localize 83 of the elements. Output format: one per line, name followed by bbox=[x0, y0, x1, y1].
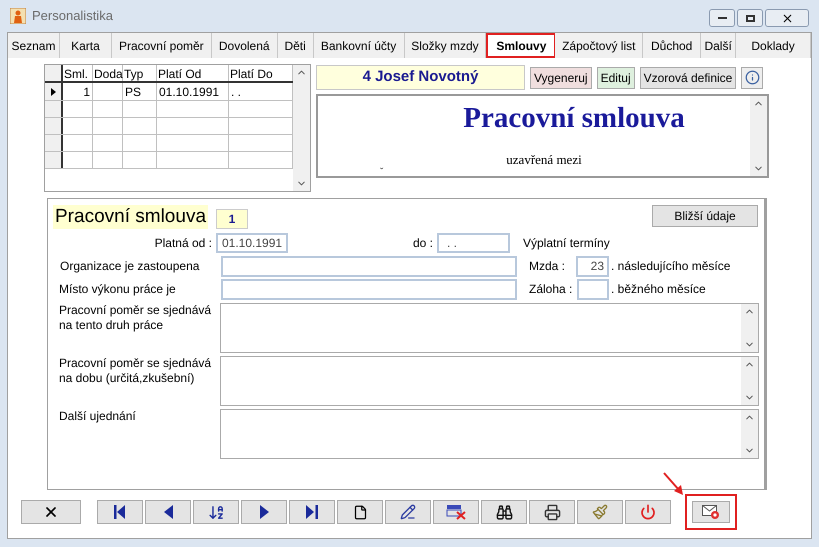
contract-title: Pracovní smlouva bbox=[53, 205, 208, 229]
prev-button[interactable] bbox=[145, 500, 191, 524]
action-button[interactable]: Vygeneruj bbox=[530, 66, 592, 88]
power-icon bbox=[640, 504, 656, 520]
last-button[interactable] bbox=[289, 500, 335, 524]
field-label: Platná od : bbox=[154, 235, 213, 252]
edit-icon bbox=[400, 504, 416, 520]
memo-field[interactable] bbox=[220, 409, 759, 459]
brush-icon bbox=[592, 504, 608, 520]
input-field[interactable] bbox=[221, 278, 517, 300]
action-button[interactable]: Edituj bbox=[596, 66, 635, 88]
tab[interactable]: Smlouvy bbox=[486, 33, 556, 58]
field-label: Záloha : bbox=[529, 281, 574, 298]
field-label: Organizace je zastoupena bbox=[59, 258, 200, 275]
scrollbar[interactable] bbox=[750, 96, 767, 176]
document-heading: Pracovní smlouva bbox=[463, 101, 685, 136]
memo-field[interactable] bbox=[220, 303, 759, 353]
table-cell-text: . . bbox=[231, 84, 242, 100]
close-icon bbox=[43, 504, 59, 520]
table-cell-text: 1 bbox=[83, 84, 90, 100]
maximize-button[interactable] bbox=[737, 9, 763, 27]
column-header: Sml. bbox=[63, 65, 93, 81]
scrollbar[interactable] bbox=[741, 357, 758, 405]
print-button[interactable] bbox=[529, 500, 575, 524]
field-label: do : bbox=[412, 235, 434, 252]
column-header: Doda bbox=[93, 65, 123, 81]
memo-field[interactable] bbox=[220, 356, 759, 406]
day-field[interactable]: 23 bbox=[576, 256, 609, 276]
new-document-icon bbox=[352, 504, 368, 520]
column-header: Typ bbox=[123, 65, 157, 81]
binoculars-icon bbox=[496, 504, 512, 520]
section-label: Výplatní termíny bbox=[523, 235, 610, 252]
scrollbar[interactable] bbox=[741, 304, 758, 352]
field-label: Další ujednání bbox=[58, 409, 137, 425]
table-cell-text: 01.10.1991 bbox=[159, 84, 220, 100]
first-record-icon bbox=[114, 505, 126, 519]
first-button[interactable] bbox=[97, 500, 143, 524]
close-button[interactable] bbox=[21, 500, 81, 524]
minimize-button[interactable] bbox=[709, 9, 735, 27]
next-icon bbox=[260, 505, 268, 519]
scrollbar[interactable] bbox=[741, 410, 758, 458]
action-button[interactable]: Vzorová definice bbox=[640, 66, 736, 88]
previous-icon bbox=[164, 505, 172, 519]
employee-name: 4 Josef Novotný bbox=[316, 65, 525, 90]
field-label: Pracovní poměr se sjednává na dobu (určitá,zkušební) bbox=[58, 356, 212, 387]
scrollbar[interactable] bbox=[293, 65, 310, 191]
row-pointer-icon bbox=[50, 88, 56, 96]
field-label: Pracovní poměr se sjednává na tento druh práce bbox=[58, 303, 212, 334]
field-label: Místo výkonu práce je bbox=[58, 281, 177, 298]
contract-number: 1 bbox=[216, 209, 248, 229]
annotation-arrow bbox=[663, 472, 685, 496]
details-button[interactable]: Bližší údaje bbox=[652, 205, 758, 227]
cursor-mark: ˇ bbox=[380, 166, 384, 180]
field-suffix: . běžného měsíce bbox=[611, 281, 706, 298]
input-field[interactable] bbox=[221, 256, 517, 276]
field-suffix: . následujícího měsíce bbox=[611, 258, 730, 275]
info-icon bbox=[744, 70, 760, 85]
document-subtitle: uzavřená mezi bbox=[506, 151, 582, 169]
find-button[interactable] bbox=[481, 500, 527, 524]
edit-button[interactable] bbox=[385, 500, 431, 524]
day-field[interactable] bbox=[577, 278, 609, 300]
field-label: Mzda : bbox=[529, 258, 566, 275]
print-icon bbox=[544, 504, 560, 520]
info-button[interactable] bbox=[741, 66, 764, 88]
email-button[interactable] bbox=[692, 501, 730, 523]
row-header[interactable] bbox=[45, 83, 63, 100]
date-field[interactable]: 01.10.1991 bbox=[216, 233, 288, 253]
window-title: Personalistika bbox=[32, 7, 113, 26]
delete-record-icon bbox=[446, 504, 466, 520]
column-header: Platí Od bbox=[157, 65, 229, 81]
next-button[interactable] bbox=[241, 500, 287, 524]
sort-button[interactable] bbox=[193, 500, 239, 524]
email-icon bbox=[702, 505, 720, 519]
app-icon bbox=[10, 8, 26, 24]
new-button[interactable] bbox=[337, 500, 383, 524]
table-cell-text: PS bbox=[125, 84, 142, 100]
last-record-icon bbox=[306, 505, 318, 519]
sort-icon bbox=[208, 504, 224, 520]
delete-button[interactable] bbox=[433, 500, 479, 524]
close-button[interactable] bbox=[765, 9, 809, 27]
date-field[interactable]: . . bbox=[437, 233, 510, 253]
power-button[interactable] bbox=[625, 500, 671, 524]
close-icon bbox=[780, 12, 794, 24]
